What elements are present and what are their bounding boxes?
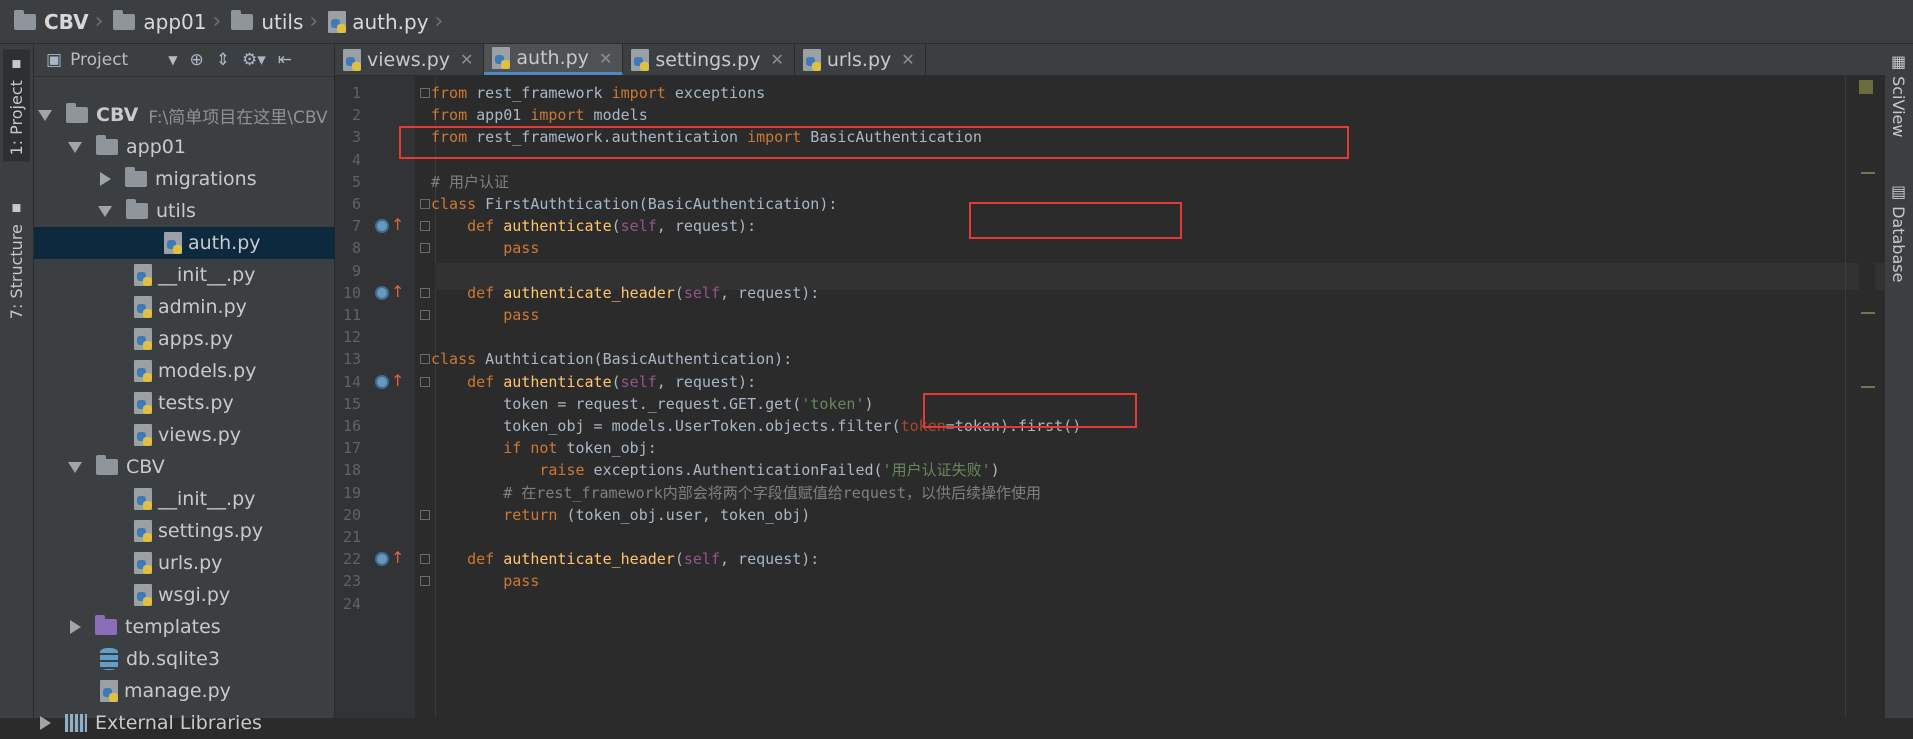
python-file-icon xyxy=(134,520,152,542)
left-tool-strip: 1: Project ▪ 7: Structure ▪ xyxy=(0,44,34,718)
editor-tab-bar: views.py ✕ auth.py ✕ settings.py ✕ urls.py ✕ xyxy=(335,44,1885,76)
python-file-icon xyxy=(134,360,152,382)
project-view-select[interactable]: Project xyxy=(70,50,128,70)
fold-marker-icon[interactable] xyxy=(420,243,430,254)
tree-item-app01[interactable]: app01 xyxy=(34,131,368,163)
fold-marker-icon[interactable] xyxy=(420,199,430,209)
breadcrumb: CBV › app01 › utils › auth.py › xyxy=(0,0,1913,44)
database-file-icon xyxy=(100,648,118,670)
tree-item-cbv-package[interactable]: CBV xyxy=(34,451,368,483)
close-icon[interactable]: ✕ xyxy=(460,50,473,69)
override-marker-icon[interactable] xyxy=(375,285,389,300)
hide-icon[interactable]: ⇤ xyxy=(278,50,292,70)
dropdown-arrow-icon[interactable]: ▼ xyxy=(168,53,177,67)
fold-marker-icon[interactable] xyxy=(420,88,430,98)
close-icon[interactable]: ✕ xyxy=(901,50,914,69)
highlight-box-import xyxy=(399,126,1349,159)
override-marker-icon[interactable] xyxy=(375,374,389,389)
folder-icon xyxy=(126,199,148,219)
chevron-right-icon: › xyxy=(434,9,444,34)
python-file-icon xyxy=(328,10,347,33)
python-file-icon xyxy=(802,48,821,71)
chevron-right-icon: › xyxy=(212,9,222,34)
chevron-right-icon: › xyxy=(309,9,319,34)
expand-arrow-icon[interactable] xyxy=(38,109,52,121)
breadcrumb-item-auth[interactable]: auth.py › xyxy=(328,9,451,34)
highlight-box-second-base xyxy=(923,393,1137,428)
tree-item-external-libraries[interactable]: External Libraries xyxy=(34,707,338,739)
folder-icon xyxy=(231,9,254,30)
close-icon[interactable]: ✕ xyxy=(599,49,612,68)
folder-icon xyxy=(96,135,118,155)
up-arrow-icon[interactable]: ↑ xyxy=(391,550,404,566)
python-file-icon xyxy=(134,584,152,606)
collapse-arrow-icon[interactable] xyxy=(100,172,111,186)
fold-marker-icon[interactable] xyxy=(420,221,430,232)
fold-marker-icon[interactable] xyxy=(420,376,430,387)
fold-marker-icon[interactable] xyxy=(420,576,430,587)
folder-icon xyxy=(113,9,136,30)
up-arrow-icon[interactable]: ↑ xyxy=(391,372,404,389)
code-line[interactable]: 24 xyxy=(335,591,1885,618)
database-icon: ▤ xyxy=(1889,182,1908,207)
tab-database[interactable]: ▤ Database xyxy=(1887,178,1910,286)
collapse-arrow-icon[interactable] xyxy=(70,620,81,634)
collapse-icon[interactable]: ⇕ xyxy=(216,50,230,70)
tab-settings-py[interactable]: settings.py ✕ xyxy=(623,44,795,75)
up-arrow-icon[interactable]: ↑ xyxy=(391,283,404,300)
up-arrow-icon[interactable]: ↑ xyxy=(391,217,404,233)
tab-project-toolwindow[interactable]: 1: Project ▪ xyxy=(3,50,30,162)
python-file-icon xyxy=(134,264,152,286)
code-editor[interactable]: 1 from rest_framework import exceptions 2 f… xyxy=(335,76,1885,718)
locate-icon[interactable]: ⊕ xyxy=(189,50,203,70)
folder-icon xyxy=(66,103,88,123)
project-panel-header: ▣ Project ▼ ⊕ ⇕ ⚙▾ ⇤ xyxy=(34,44,334,77)
python-file-icon xyxy=(134,328,152,350)
folder-icon xyxy=(96,455,118,475)
breadcrumb-item-cbv[interactable]: CBV › xyxy=(14,9,111,34)
tab-auth-py[interactable]: auth.py ✕ xyxy=(484,44,624,75)
library-icon xyxy=(65,714,87,732)
python-file-icon xyxy=(134,424,152,446)
folder-icon xyxy=(125,167,147,187)
project-panel: ▣ Project ▼ ⊕ ⇕ ⚙▾ ⇤ CBV F:\简单项目在这里\CBV a… xyxy=(34,44,464,734)
python-file-icon xyxy=(164,232,182,254)
right-tool-strip: ▦ SciView ▤ Database xyxy=(1884,44,1913,718)
tab-urls-py[interactable]: urls.py ✕ xyxy=(795,44,926,75)
fold-marker-icon[interactable] xyxy=(420,554,430,565)
collapse-arrow-icon[interactable] xyxy=(40,716,51,730)
tree-item-templates[interactable]: templates xyxy=(34,611,368,643)
python-file-icon xyxy=(100,680,118,702)
chevron-right-icon: › xyxy=(94,9,104,34)
close-icon[interactable]: ✕ xyxy=(770,50,783,69)
templates-folder-icon xyxy=(95,615,117,635)
python-file-icon xyxy=(134,392,152,414)
breadcrumb-item-utils[interactable]: utils › xyxy=(231,9,326,34)
tree-item-cbv-root[interactable]: CBV F:\简单项目在这里\CBV xyxy=(34,99,338,131)
expand-arrow-icon[interactable] xyxy=(68,141,82,153)
gear-icon[interactable]: ⚙▾ xyxy=(242,50,266,70)
fold-marker-icon[interactable] xyxy=(420,310,430,320)
python-file-icon xyxy=(134,552,152,574)
highlight-box-first-base xyxy=(969,202,1182,239)
tab-structure-toolwindow[interactable]: 7: Structure ▪ xyxy=(3,194,30,325)
project-view-icon: ▣ xyxy=(46,50,63,70)
python-file-icon xyxy=(492,47,511,69)
tab-views-py[interactable]: views.py ✕ xyxy=(335,44,485,75)
python-file-icon xyxy=(343,48,361,71)
python-file-icon xyxy=(631,48,650,71)
sciview-icon: ▦ xyxy=(1889,52,1908,77)
folder-icon xyxy=(14,9,36,30)
python-file-icon xyxy=(134,296,152,318)
fold-marker-icon[interactable] xyxy=(420,287,430,298)
fold-marker-icon[interactable] xyxy=(420,354,430,365)
expand-arrow-icon[interactable] xyxy=(98,205,112,217)
python-file-icon xyxy=(134,488,152,510)
expand-arrow-icon[interactable] xyxy=(68,461,82,473)
tab-sciview[interactable]: ▦ SciView xyxy=(1887,48,1910,141)
line-number: 24 xyxy=(342,594,361,613)
breadcrumb-item-app01[interactable]: app01 › xyxy=(113,9,229,34)
fold-marker-icon[interactable] xyxy=(420,509,430,520)
